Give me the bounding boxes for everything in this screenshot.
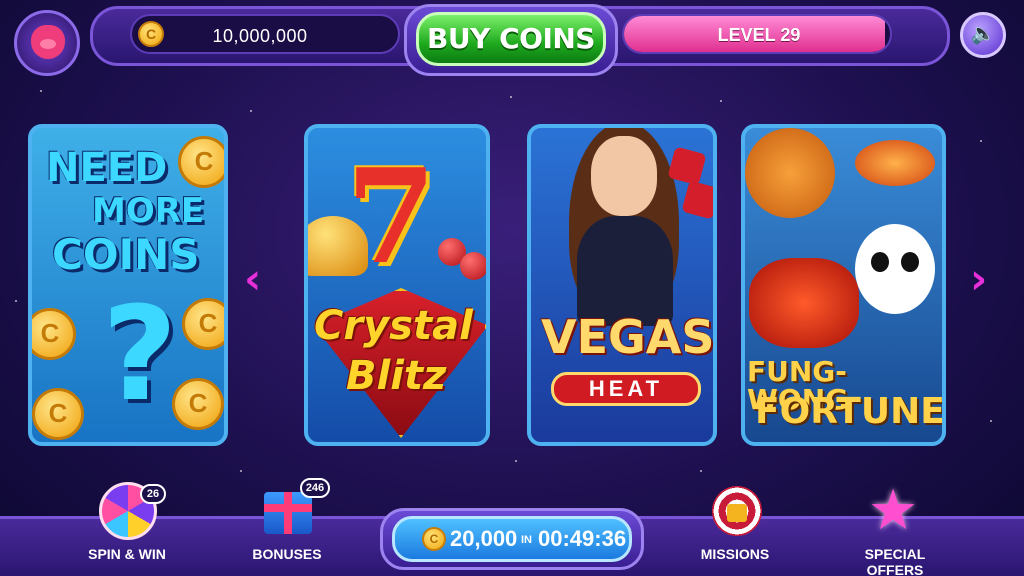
vegas-heat-game-card[interactable]: VEGAS HEAT [527, 124, 717, 446]
special-offers-button[interactable]: ★ SPECIAL OFFERS [840, 474, 950, 576]
heat-logo-text: HEAT [551, 372, 701, 406]
dice-icon [681, 180, 713, 220]
crystal-logo-text: Crystal [314, 303, 473, 349]
blitz-logo-text: Blitz [346, 353, 447, 399]
carousel-prev-arrow[interactable]: ‹ [244, 258, 261, 300]
fung-wong-fortune-game-card[interactable]: FUNG-WONG FORTUNE [741, 124, 946, 446]
question-mark: ? [102, 278, 178, 430]
bonuses-badge: 246 [300, 478, 330, 498]
coin-icon: C [422, 527, 446, 551]
carousel-next-arrow[interactable]: › [970, 258, 987, 300]
lucky-seven-symbol: 7 [346, 140, 437, 293]
fortune-logo-text: FORTUNE [755, 391, 945, 432]
prize-wheel-icon: 26 [94, 474, 166, 540]
coin-balance: C 10,000,000 [130, 14, 400, 54]
timer-coin-amount: 20,000 [450, 526, 518, 551]
bonuses-button[interactable]: 246 BONUSES [232, 474, 342, 562]
bonuses-label: BONUSES [252, 546, 322, 562]
need-more-coins-card[interactable]: NEED MORE COINS C C C C C ? [28, 124, 228, 446]
star-icon: ★ [868, 478, 919, 541]
cherry-icon [460, 252, 486, 280]
timer-in-label: IN [521, 534, 532, 546]
special-offers-label: SPECIAL OFFERS [864, 546, 926, 576]
tiger-icon [745, 128, 835, 218]
coin-icon: C [172, 378, 224, 430]
missions-button[interactable]: MISSIONS [680, 474, 790, 562]
panda-icon [855, 224, 935, 314]
sound-toggle-button[interactable]: 🔈 [960, 12, 1006, 58]
level-progress-bar: LEVEL 29 [622, 14, 892, 54]
coin-icon: C [182, 298, 224, 350]
coin-icon: C [178, 136, 224, 188]
player-avatar[interactable] [14, 10, 80, 76]
crystal-blitz-game-card[interactable]: 7 Crystal Blitz [304, 124, 490, 446]
spin-and-win-button[interactable]: 26 SPIN & WIN [72, 474, 182, 562]
buy-coins-button[interactable]: BUY COINS [416, 12, 606, 66]
target-icon [702, 474, 768, 540]
character-face [591, 136, 657, 216]
timer-countdown: 00:49:36 [538, 526, 627, 551]
coin-icon: C [138, 21, 164, 47]
vegas-logo-text: VEGAS [541, 310, 715, 364]
spin-label: SPIN & WIN [88, 546, 166, 562]
coin-icon: C [32, 388, 84, 440]
dragon-icon [749, 258, 859, 348]
level-label: LEVEL 29 [717, 25, 801, 45]
coin-balance-amount: 10,000,000 [212, 26, 308, 46]
speaker-icon: 🔈 [970, 23, 996, 45]
gift-box-icon: 246 [254, 474, 330, 540]
promo-line-coins: COINS [52, 230, 200, 279]
coin-icon: C [32, 308, 76, 360]
promo-line-need: NEED [46, 145, 168, 191]
lock-icon [727, 504, 747, 522]
koi-fish-icon [855, 140, 935, 186]
promo-line-more: MORE [92, 191, 205, 231]
piggy-bank-icon [31, 25, 65, 59]
spin-badge: 26 [140, 484, 166, 504]
missions-label: MISSIONS [700, 546, 770, 562]
